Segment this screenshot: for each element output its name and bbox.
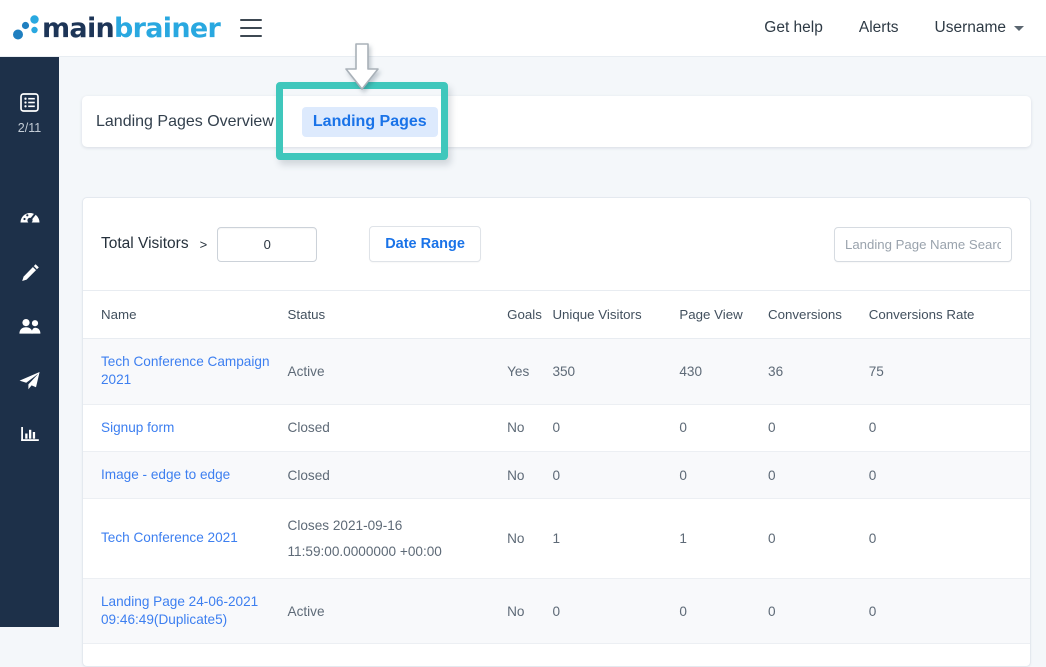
column-header-conversions-rate[interactable]: Conversions Rate <box>869 291 1030 339</box>
status-line-1: Closes 2021-09-16 <box>288 513 508 538</box>
column-header-conversions[interactable]: Conversions <box>768 291 869 339</box>
cell-name: Tech Conference 2021 <box>83 499 288 578</box>
tab-landing-pages[interactable]: Landing Pages <box>302 107 438 137</box>
column-header-name[interactable]: Name <box>83 291 288 339</box>
total-visitors-label: Total Visitors <box>101 235 189 253</box>
cell-conversions: 36 <box>768 339 869 405</box>
cell-goals: No <box>507 578 552 644</box>
cell-conversions: 0 <box>768 499 869 578</box>
cell-conversions: 0 <box>768 578 869 644</box>
hamburger-menu-icon[interactable] <box>240 19 262 37</box>
column-header-goals[interactable]: Goals <box>507 291 552 339</box>
top-navigation: Get help Alerts Username <box>764 19 1024 37</box>
table-body: Tech Conference Campaign 2021 Active Yes… <box>83 339 1030 644</box>
cell-status: Active <box>288 578 508 644</box>
cell-goals: Yes <box>507 339 552 405</box>
status-line-2: 11:59:00.0000000 +00:00 <box>288 539 508 564</box>
cell-conversions: 0 <box>768 404 869 451</box>
landing-page-link[interactable]: Signup form <box>101 419 174 437</box>
pencil-icon <box>19 262 41 289</box>
cell-page-view: 0 <box>679 578 768 644</box>
table-row: Image - edge to edge Closed No 0 0 0 0 <box>83 452 1030 499</box>
cell-goals: No <box>507 404 552 451</box>
table-row: Tech Conference Campaign 2021 Active Yes… <box>83 339 1030 405</box>
cell-page-view: 0 <box>679 452 768 499</box>
column-header-page-view[interactable]: Page View <box>679 291 768 339</box>
sidebar-item-edit[interactable] <box>0 262 59 289</box>
table-header-row: Name Status Goals Unique Visitors Page V… <box>83 291 1030 339</box>
cell-name: Landing Page 24-06-2021 09:46:49(Duplica… <box>83 578 288 644</box>
cell-status: Closed <box>288 404 508 451</box>
table-header: Name Status Goals Unique Visitors Page V… <box>83 291 1030 339</box>
cell-name: Signup form <box>83 404 288 451</box>
landing-pages-card: Total Visitors > Date Range Name Status … <box>82 197 1031 667</box>
cell-page-view: 1 <box>679 499 768 578</box>
cell-page-view: 430 <box>679 339 768 405</box>
landing-pages-table: Name Status Goals Unique Visitors Page V… <box>83 291 1030 644</box>
column-header-unique-visitors[interactable]: Unique Visitors <box>552 291 679 339</box>
cell-goals: No <box>507 452 552 499</box>
cell-unique-visitors: 0 <box>552 452 679 499</box>
logo-dots-icon <box>12 13 40 43</box>
cell-unique-visitors: 0 <box>552 578 679 644</box>
cell-conversions-rate: 0 <box>869 404 1030 451</box>
cell-name: Image - edge to edge <box>83 452 288 499</box>
cell-unique-visitors: 350 <box>552 339 679 405</box>
logo-text-brainer: brainer <box>114 13 220 44</box>
tabs-card: Landing Pages Overview Landing Pages <box>82 96 1031 147</box>
people-icon <box>18 317 42 342</box>
column-header-status[interactable]: Status <box>288 291 508 339</box>
top-bar: mainbrainer Get help Alerts Username <box>0 0 1046 57</box>
cell-unique-visitors: 0 <box>552 404 679 451</box>
get-help-link[interactable]: Get help <box>764 19 823 37</box>
paper-plane-icon <box>18 370 41 396</box>
sidebar-item-dashboard[interactable] <box>0 207 59 234</box>
table-row: Tech Conference 2021 Closes 2021-09-16 1… <box>83 499 1030 578</box>
filter-bar: Total Visitors > Date Range <box>83 198 1030 291</box>
bar-chart-icon <box>20 424 40 449</box>
landing-page-link[interactable]: Tech Conference 2021 <box>101 529 238 547</box>
cell-conversions: 0 <box>768 452 869 499</box>
sidebar-item-campaigns[interactable] <box>0 370 59 396</box>
username-menu[interactable]: Username <box>935 19 1025 37</box>
main-content: Landing Pages Overview Landing Pages Tot… <box>59 57 1046 627</box>
sidebar: 2/11 <box>0 57 59 627</box>
sidebar-item-list[interactable]: 2/11 <box>0 93 59 135</box>
cell-status: Closes 2021-09-16 11:59:00.0000000 +00:0… <box>288 499 508 578</box>
dashboard-gauge-icon <box>19 207 41 234</box>
cell-conversions-rate: 0 <box>869 578 1030 644</box>
sidebar-item-reports[interactable] <box>0 424 59 449</box>
logo-text-main: main <box>42 13 114 44</box>
cell-page-view: 0 <box>679 404 768 451</box>
cell-goals: No <box>507 499 552 578</box>
cell-unique-visitors: 1 <box>552 499 679 578</box>
cell-name: Tech Conference Campaign 2021 <box>83 339 288 405</box>
list-icon <box>20 93 39 117</box>
cell-conversions-rate: 0 <box>869 452 1030 499</box>
landing-page-link[interactable]: Landing Page 24-06-2021 09:46:49(Duplica… <box>101 593 288 630</box>
date-range-button[interactable]: Date Range <box>369 226 481 262</box>
cell-status: Closed <box>288 452 508 499</box>
alerts-link[interactable]: Alerts <box>859 19 899 37</box>
username-label: Username <box>935 19 1007 37</box>
cell-conversions-rate: 0 <box>869 499 1030 578</box>
chevron-down-icon <box>1014 26 1024 31</box>
app-logo[interactable]: mainbrainer <box>12 13 220 43</box>
landing-page-link[interactable]: Image - edge to edge <box>101 466 230 484</box>
cell-status: Active <box>288 339 508 405</box>
cell-conversions-rate: 75 <box>869 339 1030 405</box>
landing-page-search-input[interactable] <box>834 227 1012 262</box>
tab-landing-pages-overview[interactable]: Landing Pages Overview <box>96 113 274 131</box>
total-visitors-input[interactable] <box>217 227 317 262</box>
table-row: Landing Page 24-06-2021 09:46:49(Duplica… <box>83 578 1030 644</box>
landing-page-link[interactable]: Tech Conference Campaign 2021 <box>101 353 288 390</box>
sidebar-item-audience[interactable] <box>0 317 59 342</box>
comparison-operator: > <box>200 237 208 252</box>
sidebar-item-count: 2/11 <box>18 121 41 135</box>
table-row: Signup form Closed No 0 0 0 0 <box>83 404 1030 451</box>
